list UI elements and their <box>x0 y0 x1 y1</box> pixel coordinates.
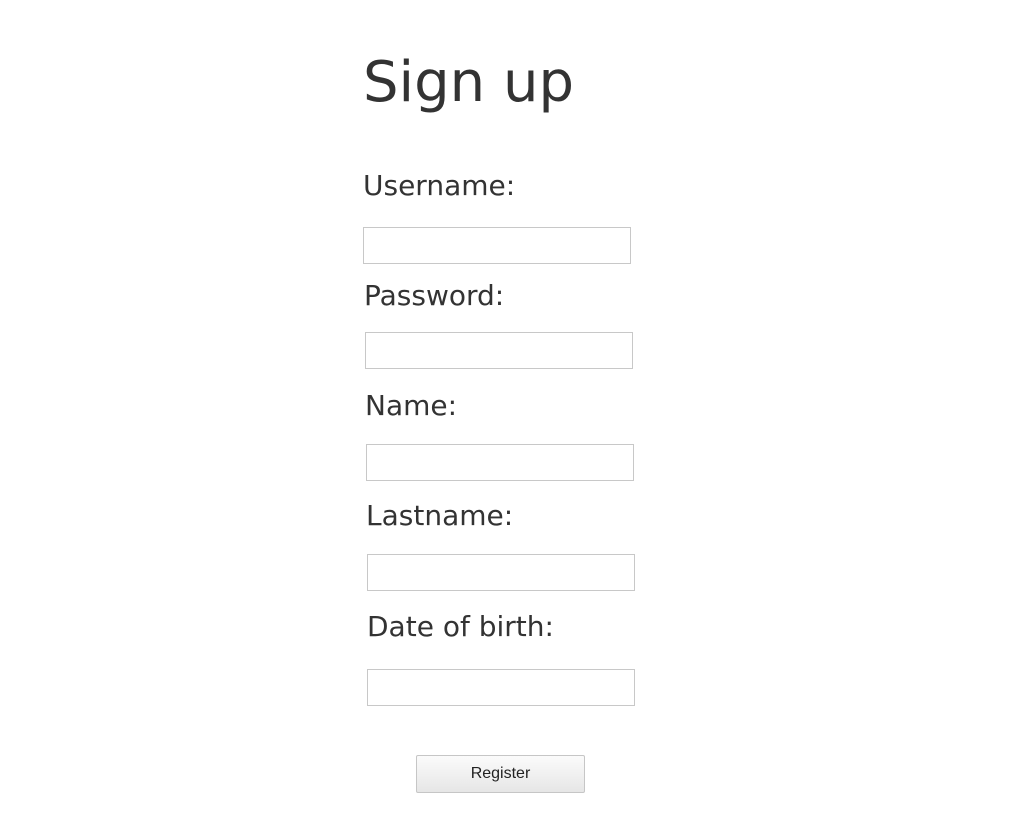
date-of-birth-label: Date of birth: <box>367 610 554 643</box>
lastname-field[interactable] <box>367 554 635 591</box>
lastname-label: Lastname: <box>366 499 514 532</box>
username-field[interactable] <box>363 227 631 264</box>
register-button[interactable]: Register <box>416 755 585 793</box>
name-label: Name: <box>365 389 458 422</box>
name-field[interactable] <box>366 444 634 481</box>
username-label: Username: <box>363 169 516 202</box>
password-field[interactable] <box>365 332 633 369</box>
page-title: Sign up <box>363 50 574 115</box>
password-label: Password: <box>364 279 505 312</box>
date-of-birth-field[interactable] <box>367 669 635 706</box>
